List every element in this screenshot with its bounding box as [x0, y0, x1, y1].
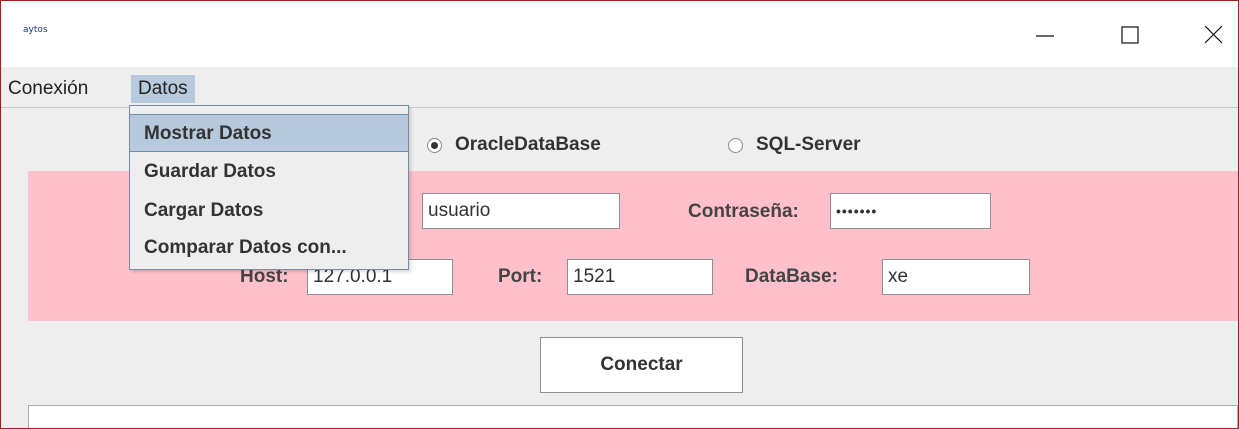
app-title: aytos: [23, 25, 48, 35]
database-label: DataBase:: [745, 266, 838, 287]
user-field[interactable]: usuario: [422, 193, 620, 229]
port-field[interactable]: 1521: [567, 259, 713, 295]
password-field[interactable]: •••••••: [830, 193, 991, 229]
menu-item-cargar-datos[interactable]: Cargar Datos: [130, 192, 408, 230]
datos-dropdown-menu: Mostrar Datos Guardar Datos Cargar Datos…: [129, 105, 409, 270]
radio-oracle-label: OracleDataBase: [455, 134, 601, 155]
radio-selected-icon: [427, 137, 442, 153]
menu-item-guardar-datos[interactable]: Guardar Datos: [130, 153, 408, 191]
menu-datos[interactable]: Datos: [131, 75, 195, 103]
radio-unselected-icon: [728, 137, 743, 153]
radio-oracle[interactable]: OracleDataBase: [427, 133, 601, 157]
output-area[interactable]: [28, 405, 1238, 428]
radio-sqlserver[interactable]: SQL-Server: [728, 133, 861, 157]
minimize-icon[interactable]: [1021, 13, 1071, 57]
password-label: Contraseña:: [688, 201, 799, 222]
maximize-icon[interactable]: [1107, 13, 1157, 57]
menu-bar: Conexión Datos: [1, 67, 1238, 107]
port-label: Port:: [498, 266, 543, 287]
radio-sqlserver-label: SQL-Server: [756, 134, 861, 155]
title-bar: aytos: [1, 1, 1238, 67]
app-window: aytos Conexión Datos OracleDataBase SQL-…: [0, 0, 1239, 429]
close-icon[interactable]: [1191, 13, 1238, 57]
menu-conexion[interactable]: Conexión: [1, 75, 95, 103]
database-field[interactable]: xe: [882, 259, 1030, 295]
menu-item-mostrar-datos[interactable]: Mostrar Datos: [130, 114, 408, 152]
menu-item-comparar-datos[interactable]: Comparar Datos con...: [130, 229, 408, 267]
connect-button[interactable]: Conectar: [540, 337, 743, 393]
